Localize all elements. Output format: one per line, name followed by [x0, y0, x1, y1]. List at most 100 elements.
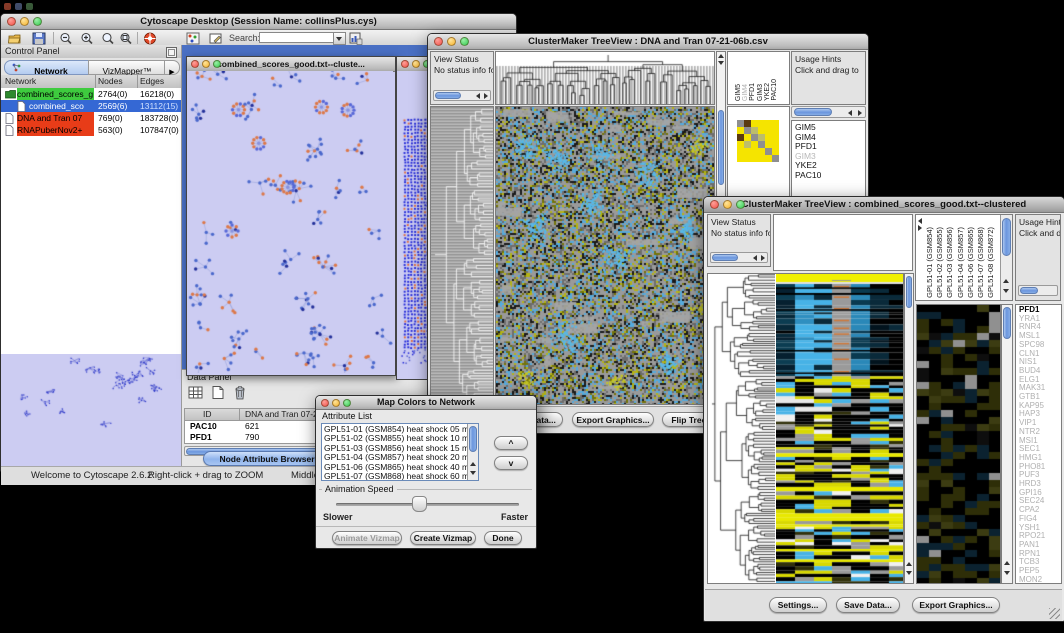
zoom-button[interactable] [213, 60, 221, 68]
attribute-listbox[interactable]: GPL51-01 (GSM854) heat shock 05 minGPL51… [321, 423, 479, 481]
zoom-button[interactable] [736, 200, 745, 209]
scroll-down-arrow[interactable] [470, 471, 476, 475]
tab-overflow[interactable]: ▶ [164, 60, 180, 75]
close-button[interactable] [7, 17, 16, 26]
scroll-down-arrow[interactable] [1003, 289, 1009, 293]
dialog-titlebar[interactable]: Map Colors to Network [316, 396, 536, 410]
network-overview-panel[interactable] [1, 354, 181, 466]
speed-slider-thumb[interactable] [412, 496, 427, 512]
close-button[interactable] [321, 399, 329, 407]
network-canvas[interactable] [187, 71, 393, 373]
scroll-up-arrow[interactable] [906, 562, 912, 566]
tv2-labels-vscroll[interactable] [1000, 215, 1012, 300]
save-icon[interactable] [32, 32, 46, 45]
zoom-button[interactable] [33, 17, 42, 26]
float-panel-icon[interactable] [166, 47, 177, 58]
network-table-row[interactable]: DNA and Tran 07769(0)183728(0) [1, 112, 181, 124]
move-up-button[interactable]: ^ [494, 436, 528, 450]
network-view-titlebar[interactable]: combined_scores_good.txt--cluste... [187, 57, 395, 72]
close-button[interactable] [434, 37, 443, 46]
scroll-right-arrow[interactable] [484, 93, 488, 99]
scroll-right-arrow[interactable] [761, 255, 765, 261]
scroll-left-arrow[interactable] [848, 110, 852, 116]
network-table-row[interactable]: RNAPuberNov2+563(0)107847(0) [1, 124, 181, 136]
minimize-button[interactable] [447, 37, 456, 46]
settings-button[interactable]: Settings... [769, 597, 827, 613]
scroll-up-arrow[interactable] [718, 54, 724, 58]
tv1-heatmap[interactable] [495, 106, 715, 405]
export-graphics-button[interactable]: Export Graphics... [572, 412, 654, 427]
tv2-heatmap-vscroll[interactable] [904, 273, 914, 584]
speed-slider-track[interactable] [336, 503, 519, 506]
network-table-row[interactable]: combined_scores_g2764(0)16218(0) [1, 88, 181, 100]
minimize-button[interactable] [723, 200, 732, 209]
search-input[interactable] [259, 32, 335, 43]
save-data-button[interactable]: Save Data... [836, 597, 900, 613]
gene-label[interactable]: PAC10 [795, 171, 821, 181]
tab-network[interactable]: Network [4, 60, 90, 75]
move-down-button[interactable]: v [494, 456, 528, 470]
close-button[interactable] [401, 60, 409, 68]
network-overview-icon[interactable] [186, 32, 200, 45]
help-lifering-icon[interactable] [143, 32, 157, 45]
new-attribute-icon[interactable] [210, 385, 226, 400]
col-nodes[interactable]: Nodes [98, 75, 123, 88]
zoom-out-icon[interactable] [59, 32, 73, 45]
app-icon[interactable] [4, 3, 11, 10]
id-column-header[interactable]: ID [203, 409, 212, 420]
scroll-down-arrow[interactable] [906, 571, 912, 575]
tv2-zoom-heatmap[interactable] [916, 304, 1001, 584]
tv2-heatmap[interactable] [776, 273, 904, 584]
scroll-down-arrow[interactable] [1004, 571, 1010, 575]
done-button[interactable]: Done [484, 531, 522, 545]
scroll-up-arrow[interactable] [1003, 279, 1009, 283]
tv2-row-dendrogram[interactable] [707, 273, 776, 584]
zoom-button[interactable] [460, 37, 469, 46]
network-name[interactable]: combined_scores_g [17, 88, 94, 100]
scroll-left-arrow[interactable] [753, 255, 757, 261]
annotation-icon[interactable] [209, 32, 223, 45]
scroll-left-arrow[interactable] [918, 218, 922, 224]
scroll-thumb[interactable] [712, 254, 738, 261]
tv1-usage-hscroll[interactable] [791, 106, 866, 118]
attribute-table-icon[interactable] [188, 385, 204, 400]
scroll-up-arrow[interactable] [1004, 561, 1010, 565]
tab-vizmapper[interactable]: VizMapper™ [88, 60, 166, 75]
tv2-status-hscroll[interactable] [710, 252, 768, 263]
tv2-usage-hscroll[interactable] [1018, 285, 1058, 296]
scroll-thumb[interactable] [435, 92, 461, 99]
tv2-zoom-vscroll[interactable] [1001, 304, 1013, 584]
node-attribute-browser-button[interactable]: Node Attribute Browser [203, 451, 331, 466]
chart-settings-icon[interactable] [349, 32, 363, 45]
scroll-down-arrow[interactable] [718, 61, 724, 65]
scroll-thumb[interactable] [469, 426, 477, 452]
scroll-thumb[interactable] [1002, 218, 1011, 256]
export-graphics-button[interactable]: Export Graphics... [912, 597, 1000, 613]
tv1-row-dendrogram[interactable] [430, 106, 494, 405]
animate-vizmap-button[interactable]: Animate Vizmap [332, 531, 402, 545]
zoom-magnifier-icon[interactable] [101, 32, 115, 45]
attribute-list-item[interactable]: GPL51-07 (GSM868) heat shock 60 min [324, 472, 476, 481]
scroll-thumb[interactable] [1020, 287, 1038, 294]
scroll-left-arrow[interactable] [476, 93, 480, 99]
scroll-thumb[interactable] [1003, 307, 1011, 339]
network-name[interactable]: combined_sco [29, 100, 94, 112]
search-dropdown[interactable] [333, 32, 346, 45]
app-icon[interactable] [26, 3, 33, 10]
scroll-thumb[interactable] [794, 108, 832, 116]
scroll-right-arrow[interactable] [918, 225, 922, 231]
col-edges[interactable]: Edges [140, 75, 164, 88]
create-vizmap-button[interactable]: Create Vizmap [410, 531, 476, 545]
similarity-matrix[interactable] [737, 120, 779, 162]
main-title-bar[interactable]: Cytoscape Desktop (Session Name: collins… [1, 14, 516, 30]
minimize-button[interactable] [202, 60, 210, 68]
minimize-button[interactable] [20, 17, 29, 26]
treeview2-titlebar[interactable]: ClusterMaker TreeView : combined_scores_… [704, 197, 1064, 213]
list-vscroll[interactable] [467, 424, 478, 480]
close-button[interactable] [191, 60, 199, 68]
col-network[interactable]: Network [5, 75, 36, 88]
scroll-thumb[interactable] [906, 276, 912, 308]
app-icon[interactable] [15, 3, 22, 10]
zoom-fit-icon[interactable] [119, 32, 133, 45]
tv1-column-dendrogram[interactable] [495, 51, 715, 105]
